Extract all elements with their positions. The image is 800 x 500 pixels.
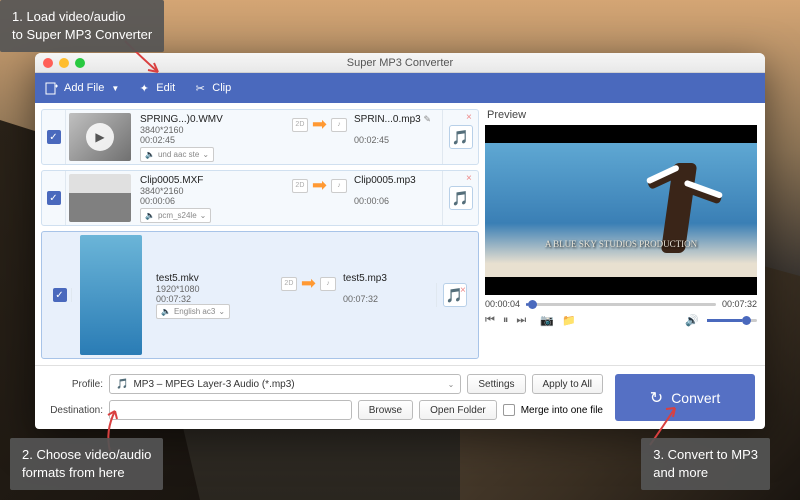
browse-button[interactable]: Browse <box>358 400 413 420</box>
destination-input[interactable] <box>109 400 352 420</box>
callout-load: 1. Load video/audio to Super MP3 Convert… <box>0 0 164 52</box>
dest-duration: 00:07:32 <box>343 294 425 304</box>
source-resolution: 1920*1080 <box>156 284 274 294</box>
refresh-icon: ↻ <box>650 388 663 408</box>
magic-wand-icon: ✦ <box>137 81 151 95</box>
item-action-button[interactable]: 🎵 <box>449 125 473 149</box>
badge-audio-icon: ♪ <box>320 277 336 291</box>
badge-2d-icon: 2D <box>292 118 308 132</box>
audio-track-select[interactable]: 🔈pcm_s24le⌄ <box>140 208 211 223</box>
dest-duration: 00:02:45 <box>354 135 436 145</box>
speaker-icon: 🔈 <box>145 211 155 220</box>
pencil-icon[interactable]: ✎ <box>423 114 431 124</box>
thumbnail[interactable] <box>77 232 145 358</box>
source-resolution: 3840*2160 <box>140 186 285 196</box>
time-total: 00:07:32 <box>722 299 757 309</box>
chevron-down-icon: ⌄ <box>448 380 455 389</box>
callout-format: 2. Choose video/audio formats from here <box>10 438 163 490</box>
source-duration: 00:02:45 <box>140 135 285 145</box>
add-file-icon <box>45 81 59 95</box>
profile-select[interactable]: 🎵 MP3 – MPEG Layer-3 Audio (*.mp3) ⌄ <box>109 374 461 394</box>
apply-to-all-button[interactable]: Apply to All <box>532 374 603 394</box>
source-filename: SPRING...)0.WMV <box>140 114 285 125</box>
audio-track-select[interactable]: 🔈und aac ste⌄ <box>140 147 214 162</box>
source-duration: 00:07:32 <box>156 294 274 304</box>
checkbox-checked[interactable]: ✓ <box>47 191 61 205</box>
preview-frame-text: A BLUE SKY STUDIOS PRODUCTION <box>485 239 757 249</box>
volume-icon[interactable]: 🔊 <box>685 314 699 327</box>
footer: Profile: 🎵 MP3 – MPEG Layer-3 Audio (*.m… <box>35 365 765 429</box>
speaker-icon: 🔈 <box>145 150 155 159</box>
dest-filename: test5.mp3 <box>343 273 425 284</box>
list-item[interactable]: ✓ Clip0005.MXF 3840*2160 00:00:06 2D ➡ ♪ <box>41 170 479 226</box>
dest-duration: 00:00:06 <box>354 196 436 206</box>
prev-track-icon[interactable]: ⏮ <box>485 314 495 327</box>
dest-filename: Clip0005.mp3 <box>354 175 436 186</box>
merge-label: Merge into one file <box>521 405 603 416</box>
checkbox-checked[interactable]: ✓ <box>53 288 67 302</box>
source-filename: Clip0005.MXF <box>140 175 285 186</box>
profile-label: Profile: <box>45 379 103 390</box>
dest-filename: SPRIN...0.mp3 ✎ <box>354 114 436 125</box>
next-track-icon[interactable]: ⏭ <box>516 314 526 327</box>
chevron-down-icon: ▼ <box>111 84 119 93</box>
titlebar[interactable]: Super MP3 Converter <box>35 53 765 73</box>
source-duration: 00:00:06 <box>140 196 285 206</box>
app-window: Super MP3 Converter Add File ▼ ✦ Edit ✂ … <box>35 53 765 429</box>
seek-slider[interactable] <box>526 303 716 306</box>
badge-audio-icon: ♪ <box>331 179 347 193</box>
remove-item-icon[interactable]: × <box>466 112 476 122</box>
time-current: 00:00:04 <box>485 299 520 309</box>
preview-panel[interactable]: A BLUE SKY STUDIOS PRODUCTION <box>485 125 757 295</box>
checkbox-checked[interactable]: ✓ <box>47 130 61 144</box>
list-item[interactable]: ✓ test5.mkv 1920*1080 00:07:32 2D ➡ ♪ <box>41 231 479 359</box>
toolbar: Add File ▼ ✦ Edit ✂ Clip <box>35 73 765 103</box>
audio-track-select[interactable]: 🔈English ac3⌄ <box>156 304 230 319</box>
window-title: Super MP3 Converter <box>35 57 765 69</box>
thumbnail[interactable]: ▶ <box>66 110 134 164</box>
badge-audio-icon: ♪ <box>331 118 347 132</box>
music-note-icon: 🎵 <box>452 190 469 207</box>
remove-item-icon[interactable]: × <box>460 285 470 295</box>
settings-button[interactable]: Settings <box>467 374 525 394</box>
badge-2d-icon: 2D <box>292 179 308 193</box>
convert-button[interactable]: ↻ Convert <box>615 374 755 421</box>
remove-item-icon[interactable]: × <box>466 173 476 183</box>
clip-button[interactable]: ✂ Clip <box>193 81 231 95</box>
volume-slider[interactable] <box>707 319 757 322</box>
callout-convert: 3. Convert to MP3 and more <box>641 438 770 490</box>
scissors-icon: ✂ <box>193 81 207 95</box>
snapshot-icon[interactable]: 📷 <box>540 314 554 327</box>
edit-button[interactable]: ✦ Edit <box>137 81 175 95</box>
source-filename: test5.mkv <box>156 273 274 284</box>
pause-icon[interactable]: ⏸ <box>503 314 509 327</box>
file-list: ✓ ▶ SPRING...)0.WMV 3840*2160 00:02:45 2… <box>35 103 485 365</box>
destination-label: Destination: <box>45 405 103 416</box>
folder-icon[interactable]: 📁 <box>562 314 576 327</box>
play-overlay-icon: ▶ <box>86 123 114 151</box>
preview-frame: A BLUE SKY STUDIOS PRODUCTION <box>485 143 757 277</box>
arrow-right-icon: ➡ <box>312 114 327 135</box>
list-item[interactable]: ✓ ▶ SPRING...)0.WMV 3840*2160 00:02:45 2… <box>41 109 479 165</box>
item-action-button[interactable]: 🎵 <box>449 186 473 210</box>
music-note-icon: 🎵 <box>452 129 469 146</box>
source-resolution: 3840*2160 <box>140 125 285 135</box>
thumbnail[interactable] <box>66 171 134 225</box>
badge-2d-icon: 2D <box>281 277 297 291</box>
merge-checkbox[interactable] <box>503 404 515 416</box>
preview-title: Preview <box>485 109 757 121</box>
music-note-icon: 🎵 <box>116 379 128 390</box>
arrow-right-icon: ➡ <box>301 273 316 294</box>
arrow-right-icon: ➡ <box>312 175 327 196</box>
add-file-button[interactable]: Add File ▼ <box>45 81 119 95</box>
speaker-icon: 🔈 <box>161 307 171 316</box>
open-folder-button[interactable]: Open Folder <box>419 400 497 420</box>
